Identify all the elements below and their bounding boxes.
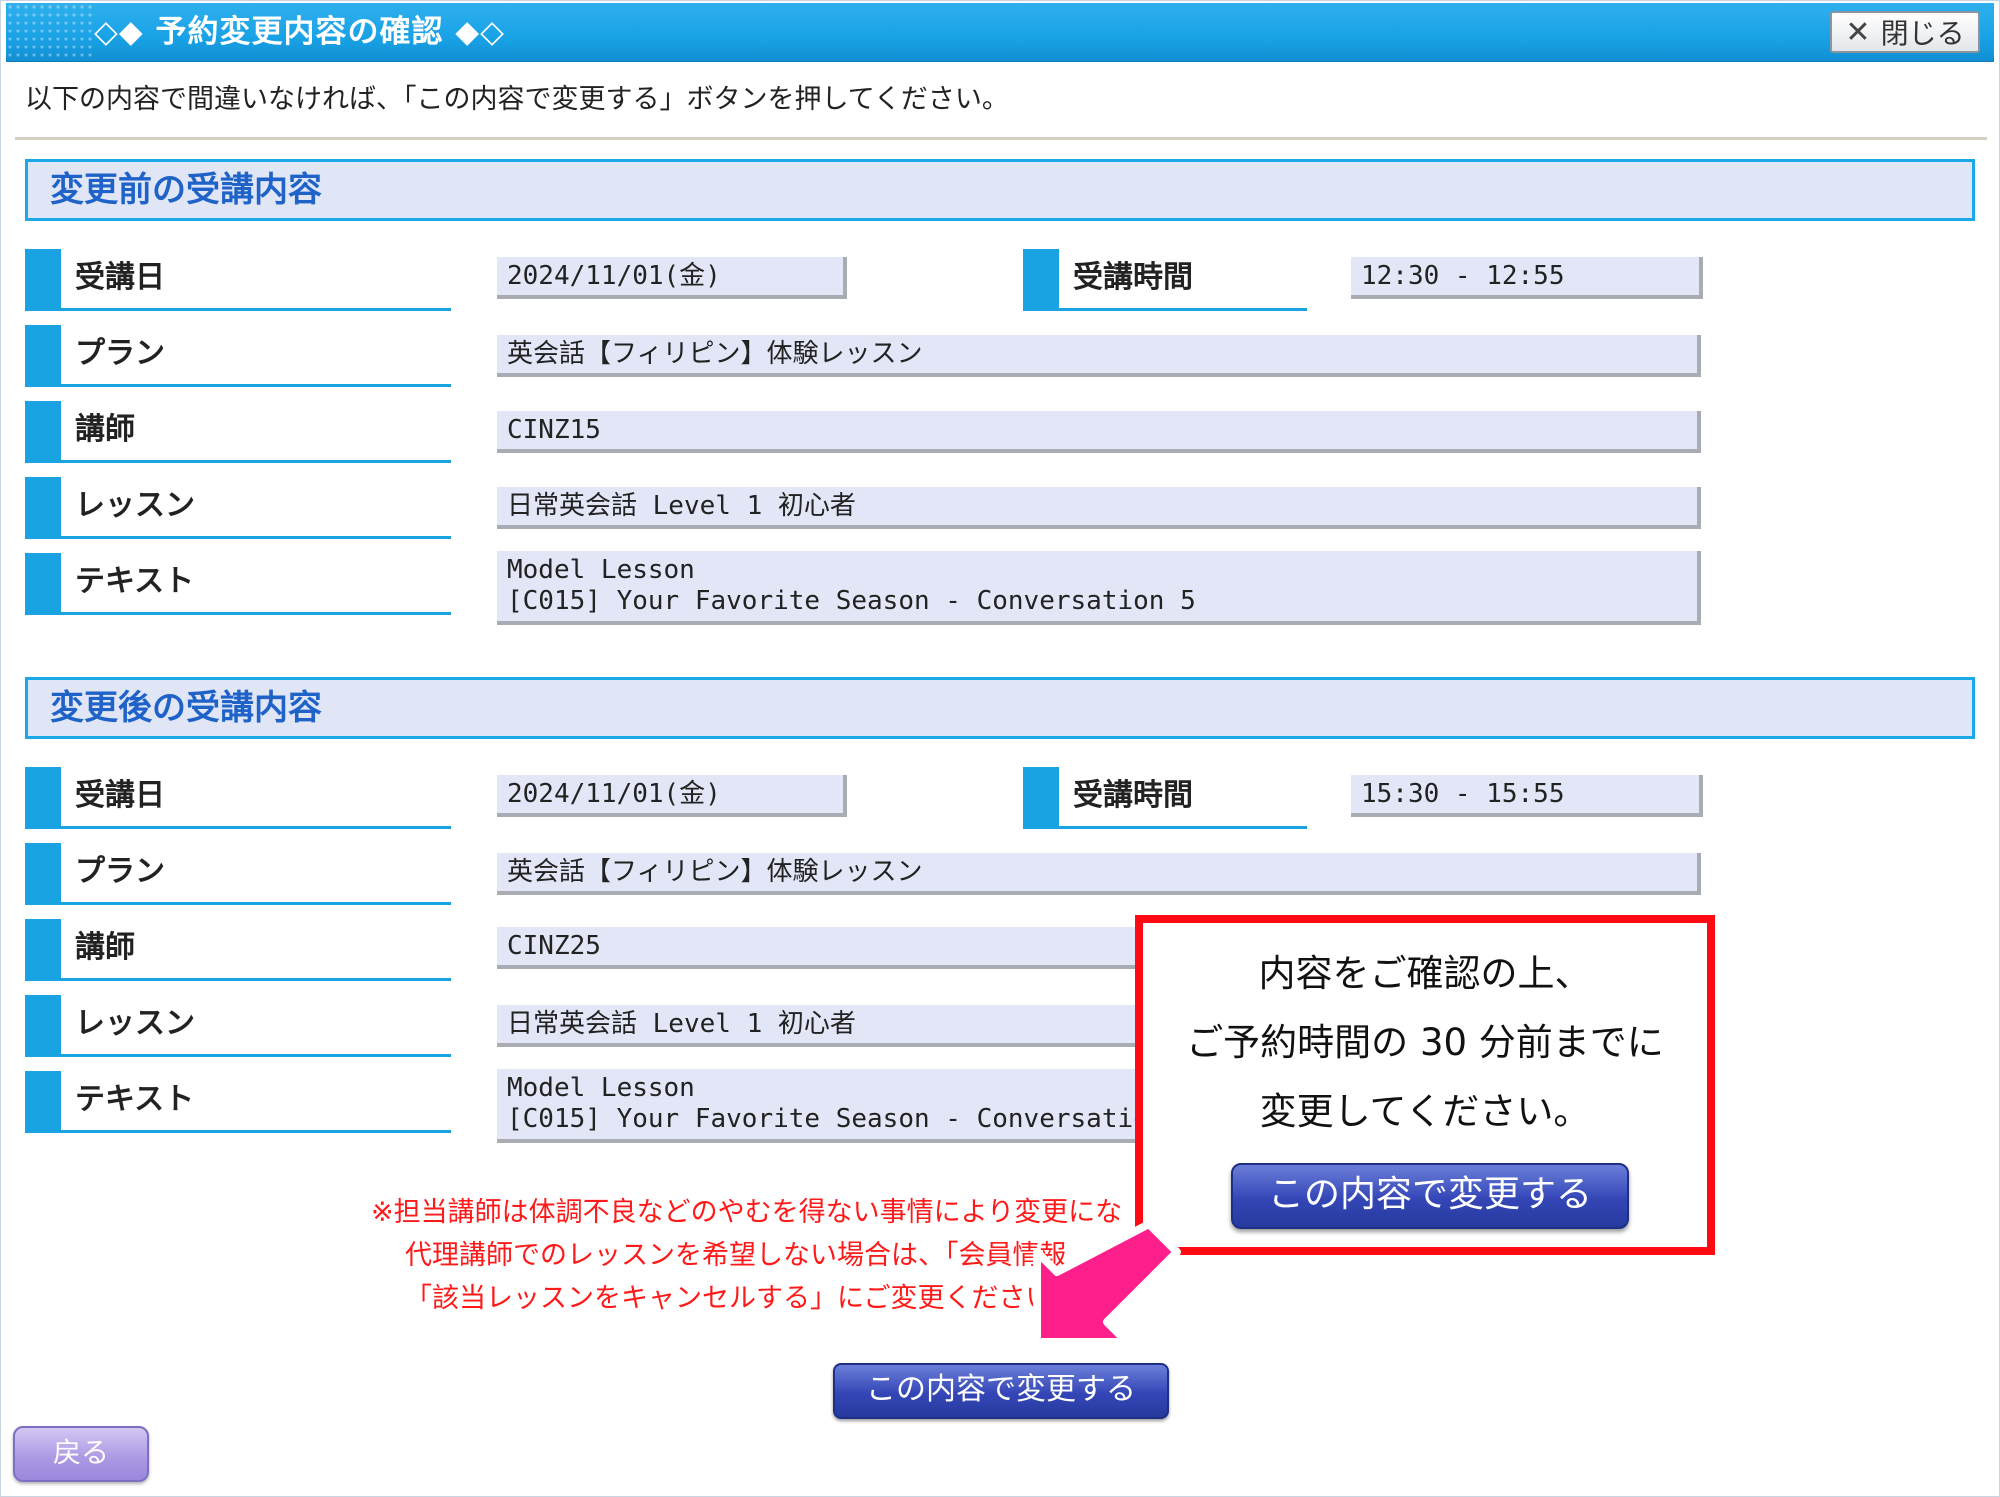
dialog-title: ◇◆ 予約変更内容の確認 ◆◇ [94, 14, 505, 50]
close-button[interactable]: ✕ 閉じる [1830, 11, 1980, 53]
before-teacher-value: CINZ15 [497, 411, 1701, 453]
after-plan-label: プラン [25, 843, 451, 905]
close-button-label: 閉じる [1880, 17, 1965, 50]
back-button[interactable]: 戻る [13, 1426, 149, 1482]
notice-line-2: 代理講師でのレッスンを希望しない場合は、「会員情報 [405, 1240, 1067, 1271]
before-section-heading: 変更前の受講内容 [25, 159, 1975, 221]
before-time-value: 12:30 - 12:55 [1351, 257, 1703, 299]
before-text-line-1: Model Lesson [507, 555, 695, 585]
notice-text: ※担当講師は体調不良などのやむを得ない事情により変更にな 代理講師でのレッスンを… [371, 1191, 1122, 1320]
callout-line-2: ご予約時間の 30 分前までに [1186, 1021, 1664, 1064]
callout-confirm-button[interactable]: この内容で変更する [1231, 1163, 1629, 1229]
after-teacher-label: 講師 [25, 919, 451, 981]
before-date-label: 受講日 [25, 249, 451, 311]
after-lesson-label: レッスン [25, 995, 451, 1057]
before-lesson-value: 日常英会話 Level 1 初心者 [497, 487, 1701, 529]
before-text-line-2: [C015] Your Favorite Season - Conversati… [507, 586, 1196, 616]
after-date-value: 2024/11/01(金) [497, 775, 847, 817]
before-plan-label: プラン [25, 325, 451, 387]
after-time-value: 15:30 - 15:55 [1351, 775, 1703, 817]
divider [15, 137, 1987, 140]
instruction-text: 以下の内容で間違いなければ、「この内容で変更する」ボタンを押してください。 [25, 84, 1009, 115]
title-pattern [6, 3, 96, 61]
after-time-label: 受講時間 [1023, 767, 1307, 829]
after-section-heading: 変更後の受講内容 [25, 677, 1975, 739]
confirm-change-button[interactable]: この内容で変更する [833, 1363, 1169, 1419]
notice-line-3: 「該当レッスンをキャンセルする」にご変更ください。 [405, 1283, 1080, 1314]
dialog-window: ◇◆ 予約変更内容の確認 ◆◇ ✕ 閉じる 以下の内容で間違いなければ、「この内… [0, 0, 2000, 1497]
before-time-label: 受講時間 [1023, 249, 1307, 311]
callout-line-1: 内容をご確認の上、 [1258, 952, 1592, 995]
after-text-label: テキスト [25, 1071, 451, 1133]
callout-line-3: 変更してください。 [1259, 1090, 1591, 1133]
title-bar: ◇◆ 予約変更内容の確認 ◆◇ ✕ 閉じる [6, 3, 1994, 62]
callout-box: 内容をご確認の上、 ご予約時間の 30 分前までに 変更してください。 この内容… [1135, 915, 1715, 1255]
before-teacher-label: 講師 [25, 401, 451, 463]
close-icon: ✕ [1845, 14, 1871, 50]
after-plan-value: 英会話【フィリピン】体験レッスン [497, 853, 1701, 895]
before-plan-value: 英会話【フィリピン】体験レッスン [497, 335, 1701, 377]
before-lesson-label: レッスン [25, 477, 451, 539]
before-date-value: 2024/11/01(金) [497, 257, 847, 299]
arrow-pointer-icon [1033, 1220, 1181, 1346]
notice-line-1: ※担当講師は体調不良などのやむを得ない事情により変更にな [371, 1197, 1123, 1228]
after-date-label: 受講日 [25, 767, 451, 829]
before-text-label: テキスト [25, 553, 451, 615]
before-text-value: Model Lesson [C015] Your Favorite Season… [497, 551, 1701, 625]
